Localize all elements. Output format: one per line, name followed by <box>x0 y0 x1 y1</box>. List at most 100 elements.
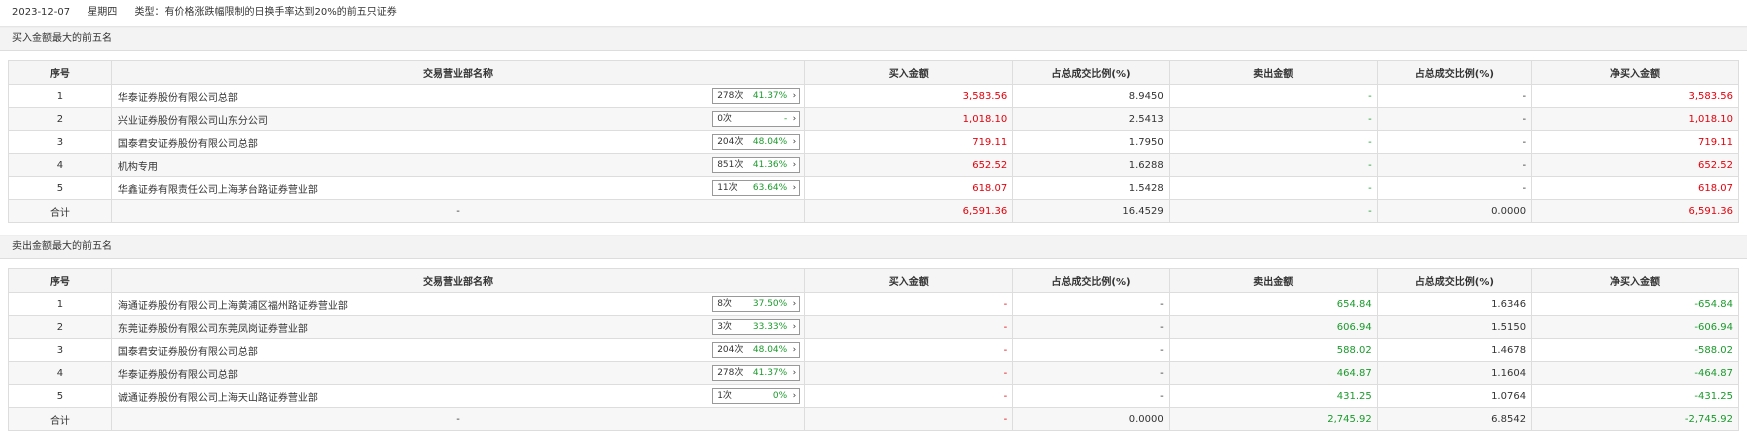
buy-amount: - <box>804 338 1014 362</box>
broker-name-cell: 华泰证券股份有限公司总部 278次 41.37% › <box>110 84 806 108</box>
row-no: 2 <box>8 107 112 131</box>
total-name: - <box>110 199 806 223</box>
col-header-net: 净买入金额 <box>1531 268 1739 293</box>
listing-win-rate: 41.37% <box>752 91 788 101</box>
chevron-right-icon: › <box>792 345 797 355</box>
sell-ratio: 1.5150 <box>1376 315 1533 339</box>
broker-stat-link[interactable]: 1次 0% › <box>712 388 801 404</box>
chevron-right-icon: › <box>792 391 797 401</box>
sell-amount: - <box>1168 130 1378 154</box>
row-no: 4 <box>8 153 112 177</box>
sell-ratio: - <box>1376 176 1533 200</box>
col-header-sell-ratio: 占总成交比例(%) <box>1376 60 1533 85</box>
sell-ratio: 1.6346 <box>1376 292 1533 316</box>
broker-name[interactable]: 诚通证券股份有限公司上海天山路证券营业部 <box>118 393 318 404</box>
broker-stat-link[interactable]: 3次 33.33% › <box>712 319 801 335</box>
net-buy-amount: 3,583.56 <box>1531 84 1739 108</box>
sell-amount: 588.02 <box>1168 338 1378 362</box>
listing-win-rate: 37.50% <box>752 299 788 309</box>
buy-table-wrap: 序号 交易营业部名称 买入金额 占总成交比例(%) 卖出金额 占总成交比例(%)… <box>0 51 1747 223</box>
broker-name[interactable]: 华泰证券股份有限公司总部 <box>118 93 238 104</box>
sell-section-title: 卖出金额最大的前五名 <box>0 235 1747 259</box>
broker-stat-link[interactable]: 278次 41.37% › <box>712 88 801 104</box>
chevron-right-icon: › <box>792 160 797 170</box>
net-buy-amount: 719.11 <box>1531 130 1739 154</box>
col-header-sell-ratio: 占总成交比例(%) <box>1376 268 1533 293</box>
buy-ratio: - <box>1012 338 1170 362</box>
row-no: 1 <box>8 292 112 316</box>
broker-name[interactable]: 海通证券股份有限公司上海黄浦区福州路证券营业部 <box>118 301 348 312</box>
table-row: 5 华鑫证券有限责任公司上海茅台路证券营业部 11次 63.64% › 618.07 1.5… <box>8 176 1739 200</box>
row-no: 5 <box>8 384 112 408</box>
col-header-name: 交易营业部名称 <box>110 60 806 85</box>
table-row: 3 国泰君安证券股份有限公司总部 204次 48.04% › - -588.02 1.4678… <box>8 338 1739 362</box>
broker-name[interactable]: 华泰证券股份有限公司总部 <box>118 370 238 381</box>
buy-ratio: 1.6288 <box>1012 153 1170 177</box>
chevron-right-icon: › <box>792 299 797 309</box>
buy-table: 序号 交易营业部名称 买入金额 占总成交比例(%) 卖出金额 占总成交比例(%)… <box>8 60 1739 223</box>
table-row: 2 东莞证券股份有限公司东莞凤岗证券营业部 3次 33.33% › - -606.94 1.5… <box>8 315 1739 339</box>
broker-stat-link[interactable]: 204次 48.04% › <box>712 134 801 150</box>
net-buy-amount: 618.07 <box>1531 176 1739 200</box>
col-header-sell: 卖出金额 <box>1168 268 1378 293</box>
table-row: 1 海通证券股份有限公司上海黄浦区福州路证券营业部 8次 37.50% › - -654.8… <box>8 292 1739 316</box>
listing-win-rate: - <box>783 114 788 124</box>
listing-win-rate: 48.04% <box>752 137 788 147</box>
listing-times: 0次 <box>717 114 732 124</box>
row-no: 5 <box>8 176 112 200</box>
listing-win-rate: 0% <box>772 391 788 401</box>
sell-amount: 654.84 <box>1168 292 1378 316</box>
row-no: 3 <box>8 338 112 362</box>
buy-ratio: 1.7950 <box>1012 130 1170 154</box>
broker-stat-link[interactable]: 851次 41.36% › <box>712 157 801 173</box>
buy-amount: 1,018.10 <box>804 107 1014 131</box>
table-row: 4 华泰证券股份有限公司总部 278次 41.37% › - -464.87 1.1604 -4… <box>8 361 1739 385</box>
total-sell: 2,745.92 <box>1168 407 1378 431</box>
col-header-buy-ratio: 占总成交比例(%) <box>1012 268 1170 293</box>
buy-amount: 652.52 <box>804 153 1014 177</box>
trade-date: 2023-12-07 <box>12 7 71 18</box>
total-label: 合计 <box>8 407 112 431</box>
listing-times: 1次 <box>717 391 732 401</box>
broker-stat-link[interactable]: 204次 48.04% › <box>712 342 801 358</box>
broker-name-cell: 诚通证券股份有限公司上海天山路证券营业部 1次 0% › <box>110 384 806 408</box>
listing-win-rate: 63.64% <box>752 183 788 193</box>
sell-table: 序号 交易营业部名称 买入金额 占总成交比例(%) 卖出金额 占总成交比例(%)… <box>8 268 1739 431</box>
total-row: 合计 - -0.0000 2,745.92 6.8542 -2,745.92 <box>8 407 1739 431</box>
total-buy-ratio: 16.4529 <box>1012 199 1170 223</box>
sell-amount: - <box>1168 176 1378 200</box>
net-buy-amount: 1,018.10 <box>1531 107 1739 131</box>
col-header-name: 交易营业部名称 <box>110 268 806 293</box>
buy-ratio: - <box>1012 292 1170 316</box>
broker-name[interactable]: 兴业证券股份有限公司山东分公司 <box>118 116 268 127</box>
broker-stat-link[interactable]: 11次 63.64% › <box>712 180 801 196</box>
broker-stat-link[interactable]: 278次 41.37% › <box>712 365 801 381</box>
buy-ratio: - <box>1012 315 1170 339</box>
sell-amount: - <box>1168 153 1378 177</box>
broker-name-cell: 兴业证券股份有限公司山东分公司 0次 - › <box>110 107 806 131</box>
table-row: 5 诚通证券股份有限公司上海天山路证券营业部 1次 0% › - -431.25 1.0764… <box>8 384 1739 408</box>
sell-amount: - <box>1168 107 1378 131</box>
broker-name[interactable]: 国泰君安证券股份有限公司总部 <box>118 347 258 358</box>
broker-name[interactable]: 国泰君安证券股份有限公司总部 <box>118 139 258 150</box>
col-header-buy: 买入金额 <box>804 268 1014 293</box>
broker-stat-link[interactable]: 8次 37.50% › <box>712 296 801 312</box>
listing-win-rate: 48.04% <box>752 345 788 355</box>
chevron-right-icon: › <box>792 91 797 101</box>
total-label: 合计 <box>8 199 112 223</box>
broker-name-cell: 机构专用 851次 41.36% › <box>110 153 806 177</box>
listing-win-rate: 33.33% <box>752 322 788 332</box>
buy-amount: - <box>804 361 1014 385</box>
broker-name[interactable]: 华鑫证券有限责任公司上海茅台路证券营业部 <box>118 185 318 196</box>
net-buy-amount: -431.25 <box>1531 384 1739 408</box>
total-sell-ratio: 6.8542 <box>1376 407 1533 431</box>
total-net: 6,591.36 <box>1531 199 1739 223</box>
broker-name-cell: 国泰君安证券股份有限公司总部 204次 48.04% › <box>110 130 806 154</box>
broker-name[interactable]: 东莞证券股份有限公司东莞凤岗证券营业部 <box>118 324 308 335</box>
broker-stat-link[interactable]: 0次 - › <box>712 111 801 127</box>
net-buy-amount: -588.02 <box>1531 338 1739 362</box>
broker-name[interactable]: 机构专用 <box>118 162 158 173</box>
sell-ratio: - <box>1376 84 1533 108</box>
total-buy: - <box>804 407 1014 431</box>
net-buy-amount: -606.94 <box>1531 315 1739 339</box>
